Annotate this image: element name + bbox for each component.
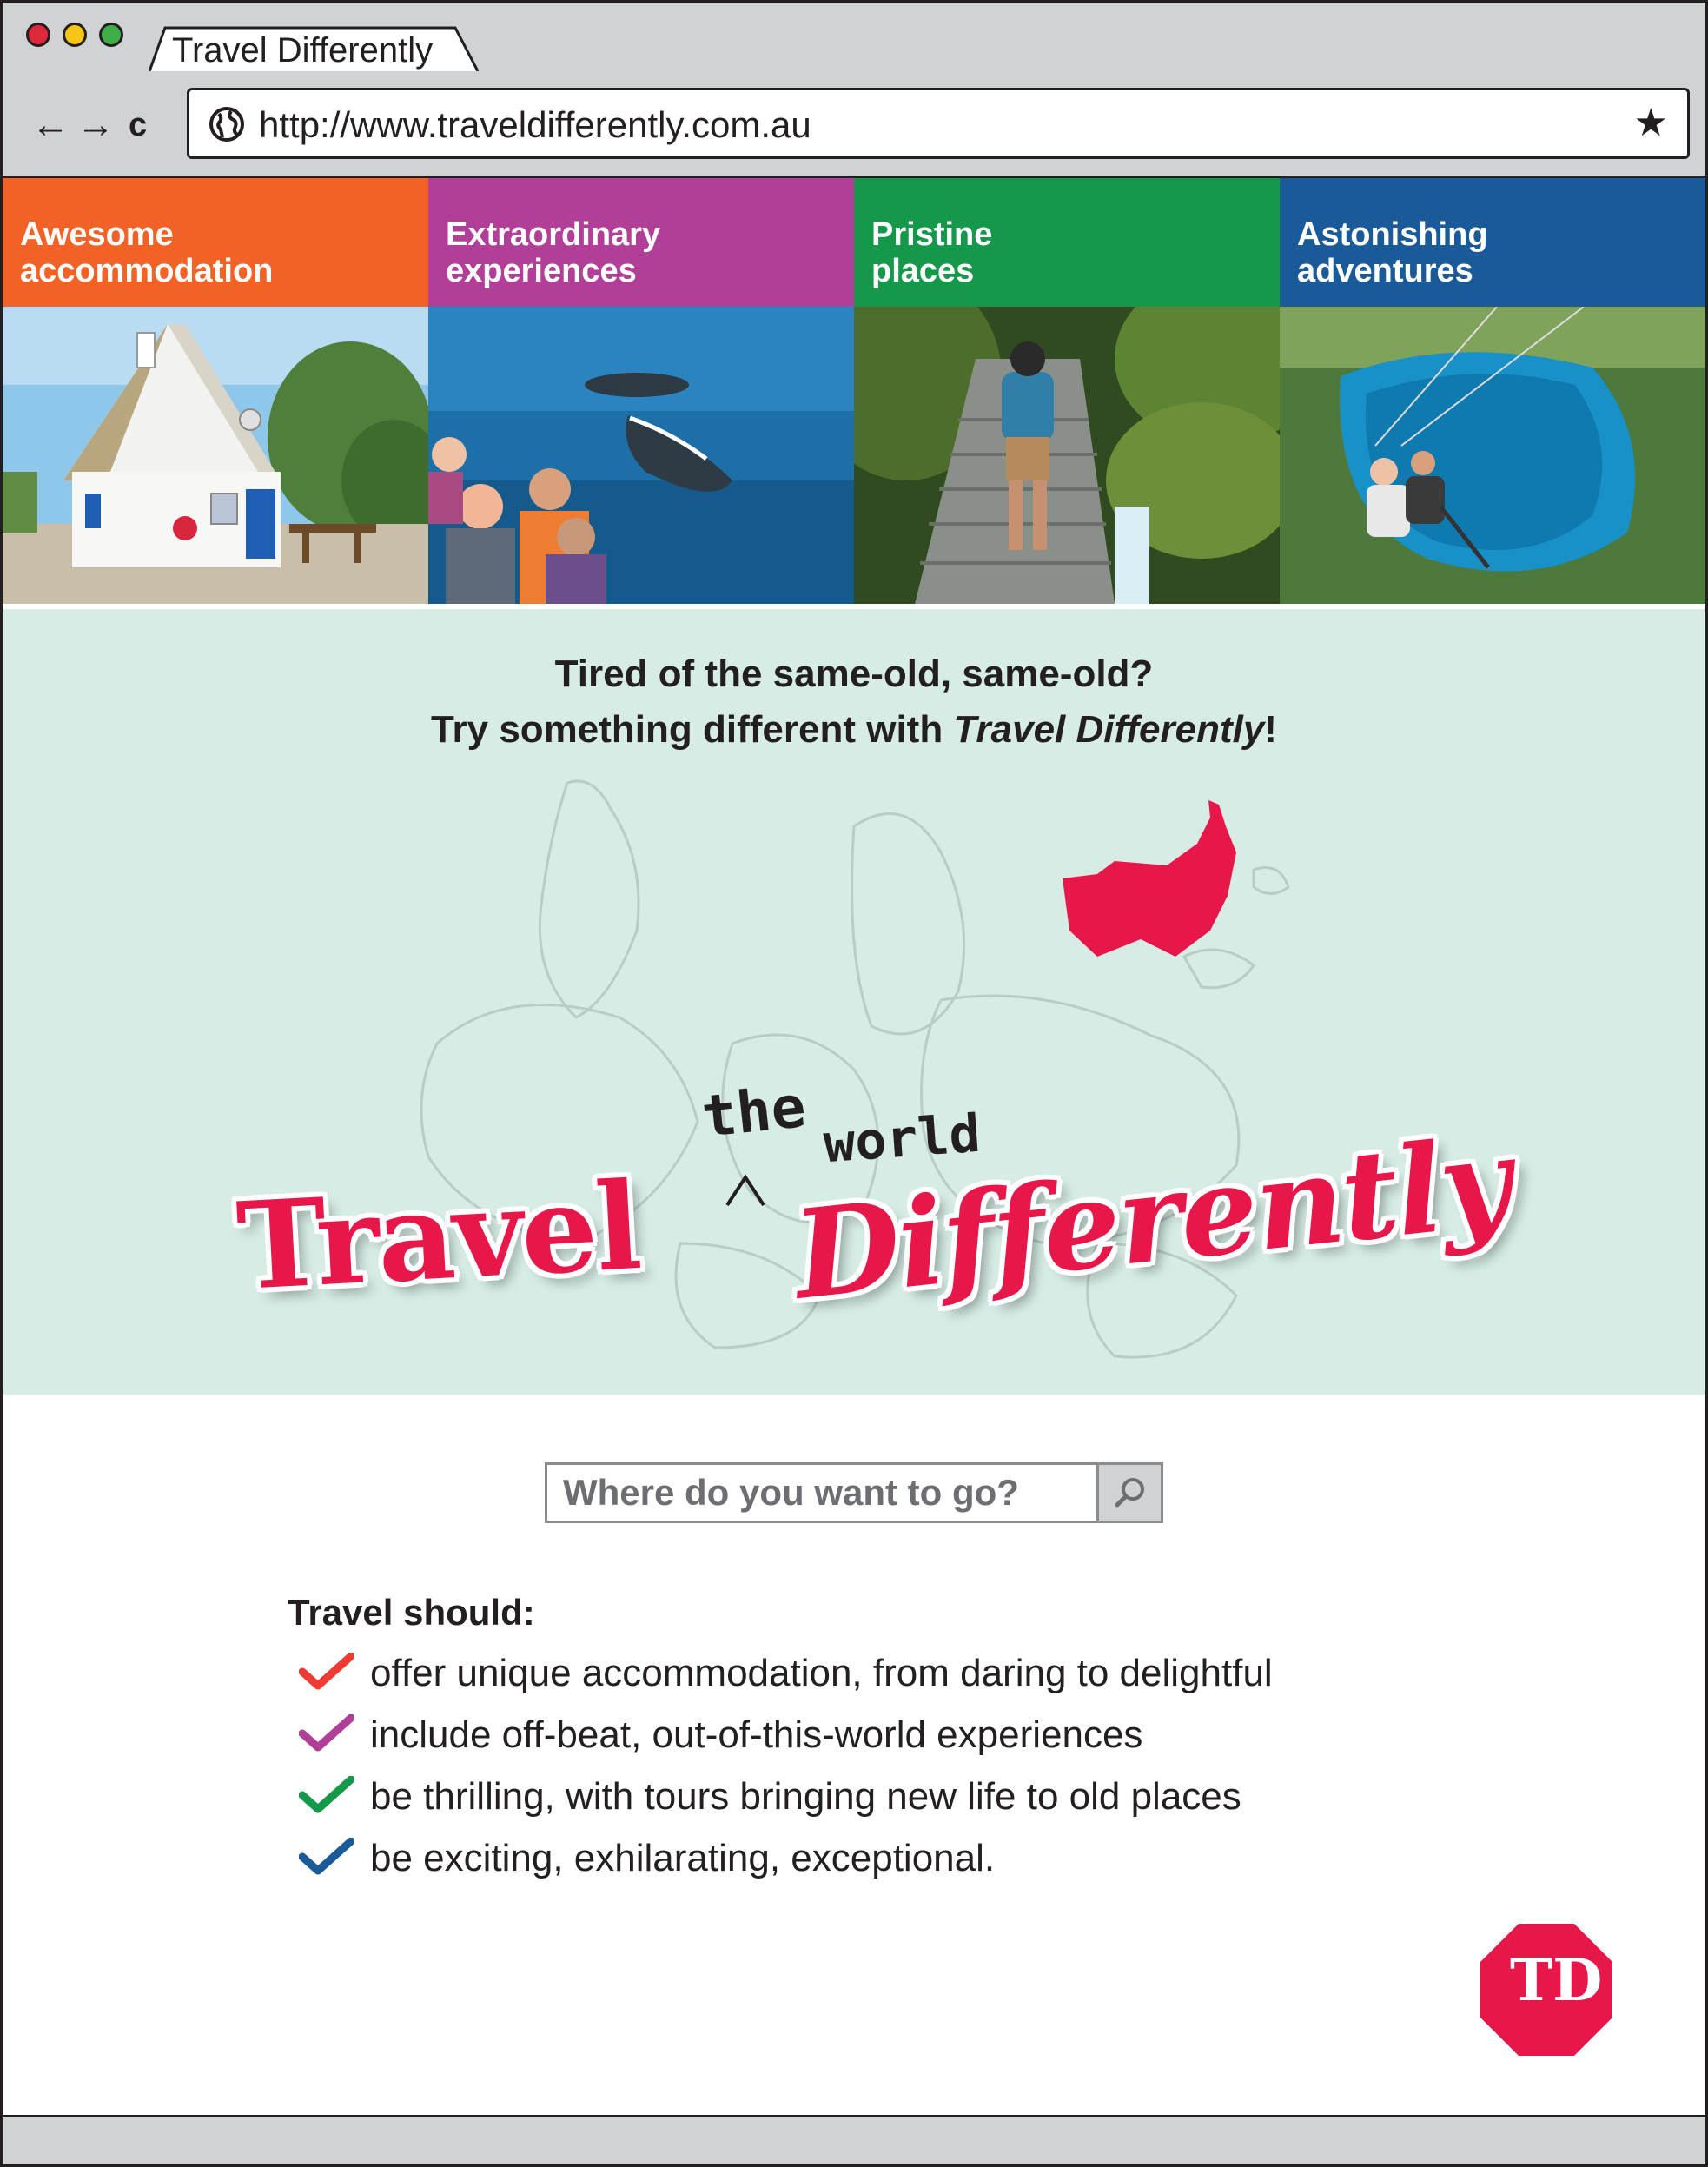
check-icon bbox=[299, 1838, 354, 1875]
hero-subheadline: Try something different with Travel Diff… bbox=[3, 708, 1705, 752]
browser-chrome: Travel Differently ← → c http://www.trav… bbox=[0, 0, 1708, 178]
tile-accommodation-line1: Awesome bbox=[20, 216, 174, 253]
tab-title: Travel Differently bbox=[172, 31, 434, 70]
check-icon bbox=[299, 1776, 354, 1813]
benefit-text: be exciting, exhilarating, exceptional. bbox=[370, 1837, 996, 1879]
tile-experiences-line2: experiences bbox=[446, 253, 637, 289]
tile-places-line2: places bbox=[871, 253, 975, 289]
destination-search bbox=[545, 1462, 1163, 1523]
list-item: be thrilling, with tours bringing new li… bbox=[295, 1774, 1273, 1836]
tile-experiences-line1: Extraordinary bbox=[446, 216, 661, 253]
rainforest-hiker-photo bbox=[854, 307, 1280, 604]
forward-button[interactable]: → bbox=[76, 106, 115, 144]
logo-travel: Travel bbox=[234, 1154, 644, 1318]
tile-places-header: Pristine places bbox=[854, 178, 1280, 307]
address-bar[interactable]: http://www.traveldifferently.com.au ★ bbox=[187, 88, 1690, 159]
tile-adventures[interactable]: Astonishing adventures bbox=[1280, 178, 1705, 604]
list-item: include off-beat, out-of-this-world expe… bbox=[295, 1713, 1273, 1774]
hero-subheadline-brand: Travel Differently bbox=[953, 708, 1265, 751]
benefit-text: offer unique accommodation, from daring … bbox=[370, 1652, 1273, 1694]
window-controls bbox=[26, 23, 123, 47]
maximize-window-button[interactable] bbox=[99, 23, 123, 47]
browser-tab[interactable]: Travel Differently bbox=[149, 26, 480, 71]
back-button[interactable]: ← bbox=[31, 106, 70, 144]
tile-places[interactable]: Pristine places bbox=[854, 178, 1280, 604]
check-icon bbox=[299, 1653, 354, 1690]
tile-accommodation[interactable]: Awesome accommodation bbox=[3, 178, 428, 604]
close-window-button[interactable] bbox=[26, 23, 50, 47]
paragliding-photo bbox=[1280, 307, 1705, 604]
list-item: be exciting, exhilarating, exceptional. bbox=[295, 1836, 1273, 1898]
benefits-title: Travel should: bbox=[288, 1592, 535, 1633]
check-icon bbox=[299, 1714, 354, 1752]
td-logo-badge: TD bbox=[1480, 1924, 1612, 2056]
tile-adventures-line2: adventures bbox=[1297, 253, 1473, 289]
tile-accommodation-header: Awesome accommodation bbox=[3, 178, 428, 307]
search-icon bbox=[1115, 1478, 1144, 1508]
search-button[interactable] bbox=[1096, 1465, 1161, 1521]
australia-highlight bbox=[1063, 800, 1236, 957]
bookmark-star-icon[interactable]: ★ bbox=[1634, 101, 1668, 145]
hero-subheadline-suffix: ! bbox=[1264, 708, 1277, 751]
travel-differently-wordmark: the world Travel Differently bbox=[220, 1070, 1523, 1348]
tile-adventures-line1: Astonishing bbox=[1297, 216, 1488, 253]
whale-watching-photo bbox=[428, 307, 854, 604]
globe-icon bbox=[209, 107, 244, 142]
reload-button[interactable]: c bbox=[129, 108, 147, 142]
benefits-list: offer unique accommodation, from daring … bbox=[295, 1651, 1273, 1898]
hero-section: Tired of the same-old, same-old? Try som… bbox=[3, 604, 1705, 1395]
logo-the: the bbox=[698, 1072, 809, 1151]
insert-caret-icon bbox=[725, 1174, 765, 1207]
destination-search-input[interactable] bbox=[547, 1465, 1096, 1521]
tile-experiences-header: Extraordinary experiences bbox=[428, 178, 854, 307]
hero-subheadline-prefix: Try something different with bbox=[431, 708, 954, 751]
tile-adventures-header: Astonishing adventures bbox=[1280, 178, 1705, 307]
tile-accommodation-line2: accommodation bbox=[20, 253, 274, 289]
list-item: offer unique accommodation, from daring … bbox=[295, 1651, 1273, 1713]
browser-status-bar bbox=[0, 2115, 1708, 2167]
cottage-photo bbox=[3, 307, 428, 604]
tile-places-line1: Pristine bbox=[871, 216, 993, 253]
benefit-text: be thrilling, with tours bringing new li… bbox=[370, 1775, 1241, 1818]
logo-world: world bbox=[821, 1103, 983, 1176]
minimize-window-button[interactable] bbox=[63, 23, 87, 47]
hero-headline: Tired of the same-old, same-old? bbox=[554, 653, 1154, 695]
tile-experiences[interactable]: Extraordinary experiences bbox=[428, 178, 854, 604]
category-tiles: Awesome accommodation Extraordinary expe… bbox=[3, 178, 1705, 604]
url-text: http://www.traveldifferently.com.au bbox=[259, 104, 811, 145]
benefit-text: include off-beat, out-of-this-world expe… bbox=[370, 1713, 1143, 1756]
badge-text: TD bbox=[1510, 1946, 1602, 2014]
